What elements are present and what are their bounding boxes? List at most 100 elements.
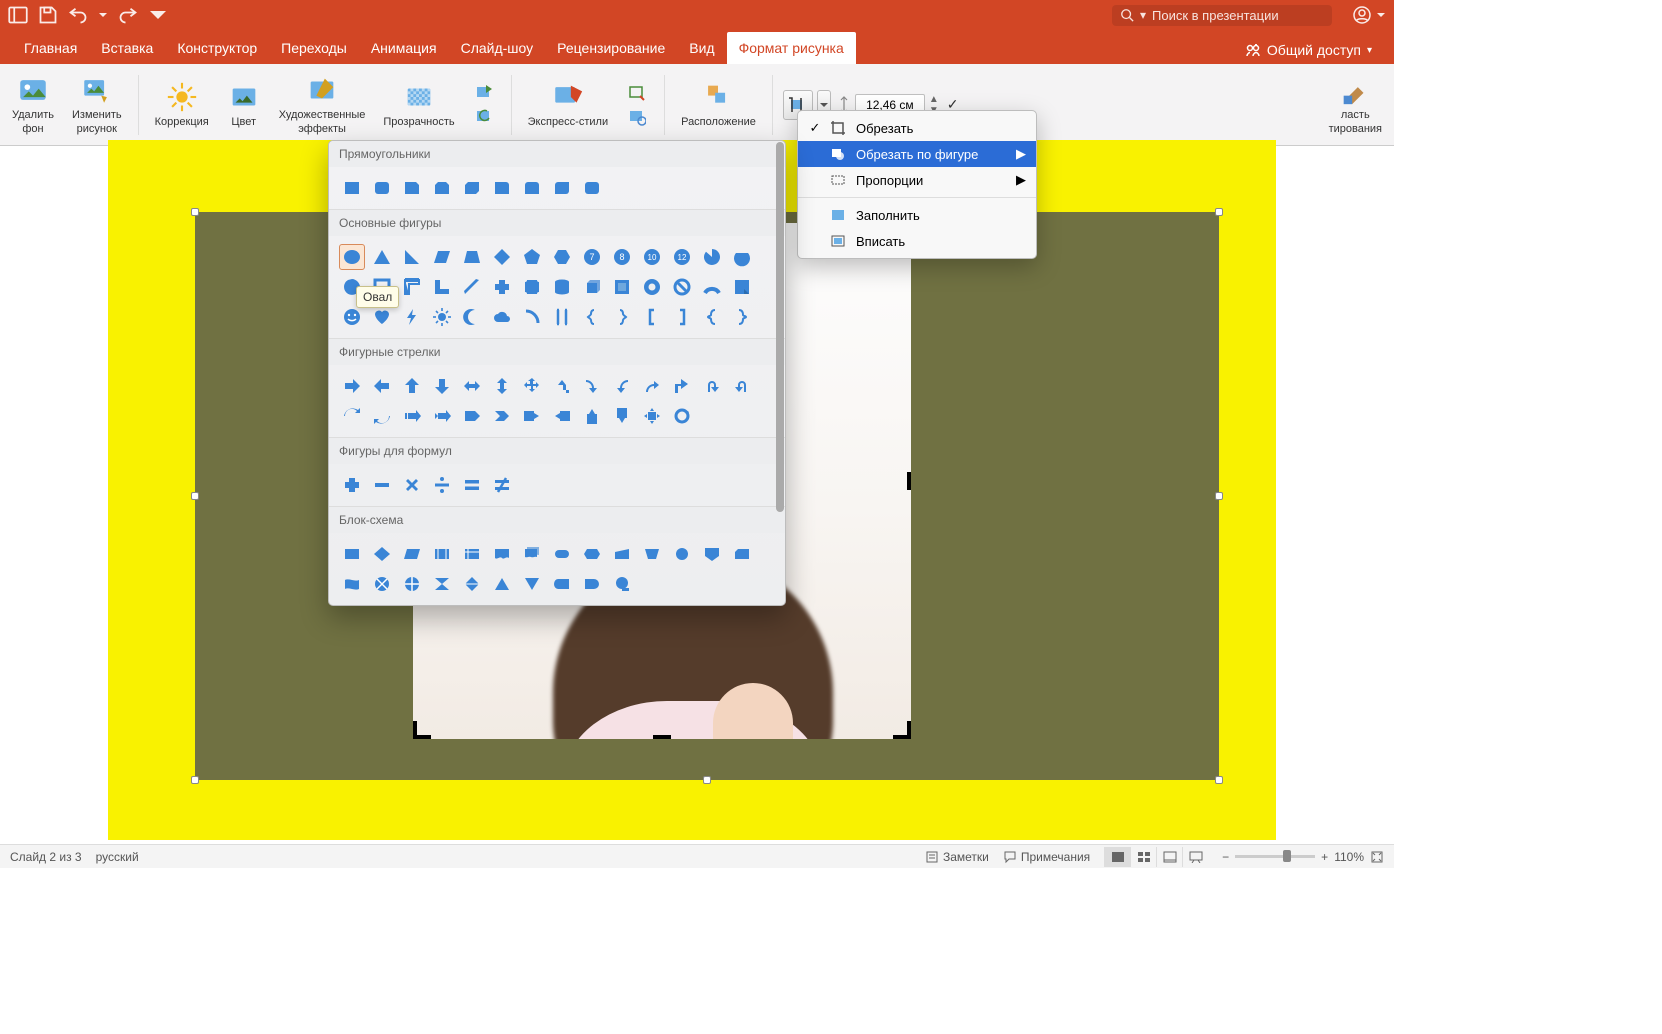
shape-round2[interactable]: [519, 175, 545, 201]
view-reading[interactable]: [1156, 847, 1182, 867]
shape-heptagon[interactable]: 7: [579, 244, 605, 270]
shape-diamond[interactable]: [489, 244, 515, 270]
shape-brace-r[interactable]: [729, 304, 755, 330]
compress-pictures-button[interactable]: [471, 82, 497, 104]
share-button[interactable]: Общий доступ ▾: [1235, 36, 1382, 64]
shape-curved-u[interactable]: [639, 373, 665, 399]
shape-document[interactable]: [489, 541, 515, 567]
shape-uturn-r[interactable]: [729, 373, 755, 399]
shape-minus[interactable]: [369, 472, 395, 498]
sidebar-toggle-icon[interactable]: [8, 5, 28, 25]
shape-lightning[interactable]: [399, 304, 425, 330]
shape-ccycle[interactable]: [369, 403, 395, 429]
shape-curved-d[interactable]: [669, 373, 695, 399]
zoom-in-button[interactable]: +: [1321, 850, 1328, 864]
shape-terminator[interactable]: [549, 541, 575, 567]
shape-folded[interactable]: [729, 274, 755, 300]
shape-no-symbol[interactable]: [669, 274, 695, 300]
selection-handle[interactable]: [191, 208, 199, 216]
fit-to-window-icon[interactable]: [1370, 850, 1384, 864]
shape-callout-d[interactable]: [609, 403, 635, 429]
shape-extract[interactable]: [489, 571, 515, 597]
shape-right-brace[interactable]: [609, 304, 635, 330]
shape-circular[interactable]: [669, 403, 695, 429]
shape-callout-r[interactable]: [519, 403, 545, 429]
tab-animations[interactable]: Анимация: [359, 32, 449, 64]
notes-button[interactable]: Заметки: [925, 850, 989, 864]
reset-picture-button[interactable]: [471, 106, 497, 128]
redo-icon[interactable]: [118, 5, 138, 25]
shape-uturn-l[interactable]: [699, 373, 725, 399]
shape-chevron[interactable]: [489, 403, 515, 429]
shape-notched[interactable]: [429, 403, 455, 429]
corrections-button[interactable]: Коррекция: [149, 64, 215, 145]
shape-plaque[interactable]: [519, 274, 545, 300]
shape-quad-callout[interactable]: [639, 403, 665, 429]
menu-item-crop[interactable]: ✓ Обрезать: [798, 115, 1036, 141]
undo-icon[interactable]: [68, 5, 88, 25]
qat-customize-icon[interactable]: [148, 5, 168, 25]
selection-handle[interactable]: [1215, 492, 1223, 500]
shape-curved-r[interactable]: [579, 373, 605, 399]
shape-cube[interactable]: [579, 274, 605, 300]
slide-indicator[interactable]: Слайд 2 из 3: [10, 850, 82, 864]
user-dropdown-icon[interactable]: [1376, 5, 1386, 25]
shape-snip2[interactable]: [429, 175, 455, 201]
shape-data[interactable]: [399, 541, 425, 567]
shape-multidoc[interactable]: [519, 541, 545, 567]
shape-equals[interactable]: [459, 472, 485, 498]
shape-parallelogram[interactable]: [429, 244, 455, 270]
shape-half-frame[interactable]: [399, 274, 425, 300]
shape-preparation[interactable]: [579, 541, 605, 567]
shape-seq-access[interactable]: [609, 571, 635, 597]
shape-trapezoid[interactable]: [459, 244, 485, 270]
zoom-slider[interactable]: [1235, 855, 1315, 858]
shape-leftright[interactable]: [459, 373, 485, 399]
shape-cycle[interactable]: [339, 403, 365, 429]
tab-insert[interactable]: Вставка: [89, 32, 165, 64]
shape-regular10[interactable]: 10: [639, 244, 665, 270]
shape-bent[interactable]: [549, 373, 575, 399]
shape-left-brace[interactable]: [579, 304, 605, 330]
selection-handle[interactable]: [1215, 776, 1223, 784]
shape-multiply[interactable]: [399, 472, 425, 498]
shape-round1[interactable]: [489, 175, 515, 201]
crop-handle-right[interactable]: [883, 467, 911, 495]
save-icon[interactable]: [38, 5, 58, 25]
shape-left[interactable]: [369, 373, 395, 399]
user-account-icon[interactable]: [1352, 5, 1372, 25]
comments-button[interactable]: Примечания: [1003, 850, 1090, 864]
shape-diag-stripe[interactable]: [459, 274, 485, 300]
position-button[interactable]: Расположение: [675, 64, 762, 145]
shape-updown[interactable]: [489, 373, 515, 399]
scrollbar[interactable]: [776, 142, 784, 604]
color-button[interactable]: Цвет: [221, 64, 267, 145]
artistic-effects-button[interactable]: Художественные эффекты: [273, 64, 372, 145]
shape-connector[interactable]: [669, 541, 695, 567]
shape-snip1[interactable]: [399, 175, 425, 201]
shape-process[interactable]: [339, 541, 365, 567]
shape-round-same[interactable]: [579, 175, 605, 201]
zoom-out-button[interactable]: −: [1222, 850, 1229, 864]
crop-handle-br[interactable]: [883, 711, 911, 739]
selection-handle[interactable]: [191, 776, 199, 784]
zoom-value[interactable]: 110%: [1334, 850, 1364, 864]
shape-callout-l[interactable]: [549, 403, 575, 429]
shape-rounded[interactable]: [369, 175, 395, 201]
shape-right[interactable]: [339, 373, 365, 399]
shape-decision[interactable]: [369, 541, 395, 567]
tab-slideshow[interactable]: Слайд-шоу: [449, 32, 546, 64]
shape-up[interactable]: [399, 373, 425, 399]
selection-handle[interactable]: [1215, 208, 1223, 216]
picture-effects-button[interactable]: [624, 106, 650, 128]
shape-left-bracket[interactable]: [639, 304, 665, 330]
shape-rect[interactable]: [339, 175, 365, 201]
shape-predef[interactable]: [429, 541, 455, 567]
undo-dropdown-icon[interactable]: [98, 5, 108, 25]
language-indicator[interactable]: русский: [96, 850, 139, 864]
shape-collate[interactable]: [429, 571, 455, 597]
shape-or[interactable]: [399, 571, 425, 597]
shape-rt-triangle[interactable]: [399, 244, 425, 270]
shape-bevel[interactable]: [609, 274, 635, 300]
shape-snip-diag[interactable]: [459, 175, 485, 201]
